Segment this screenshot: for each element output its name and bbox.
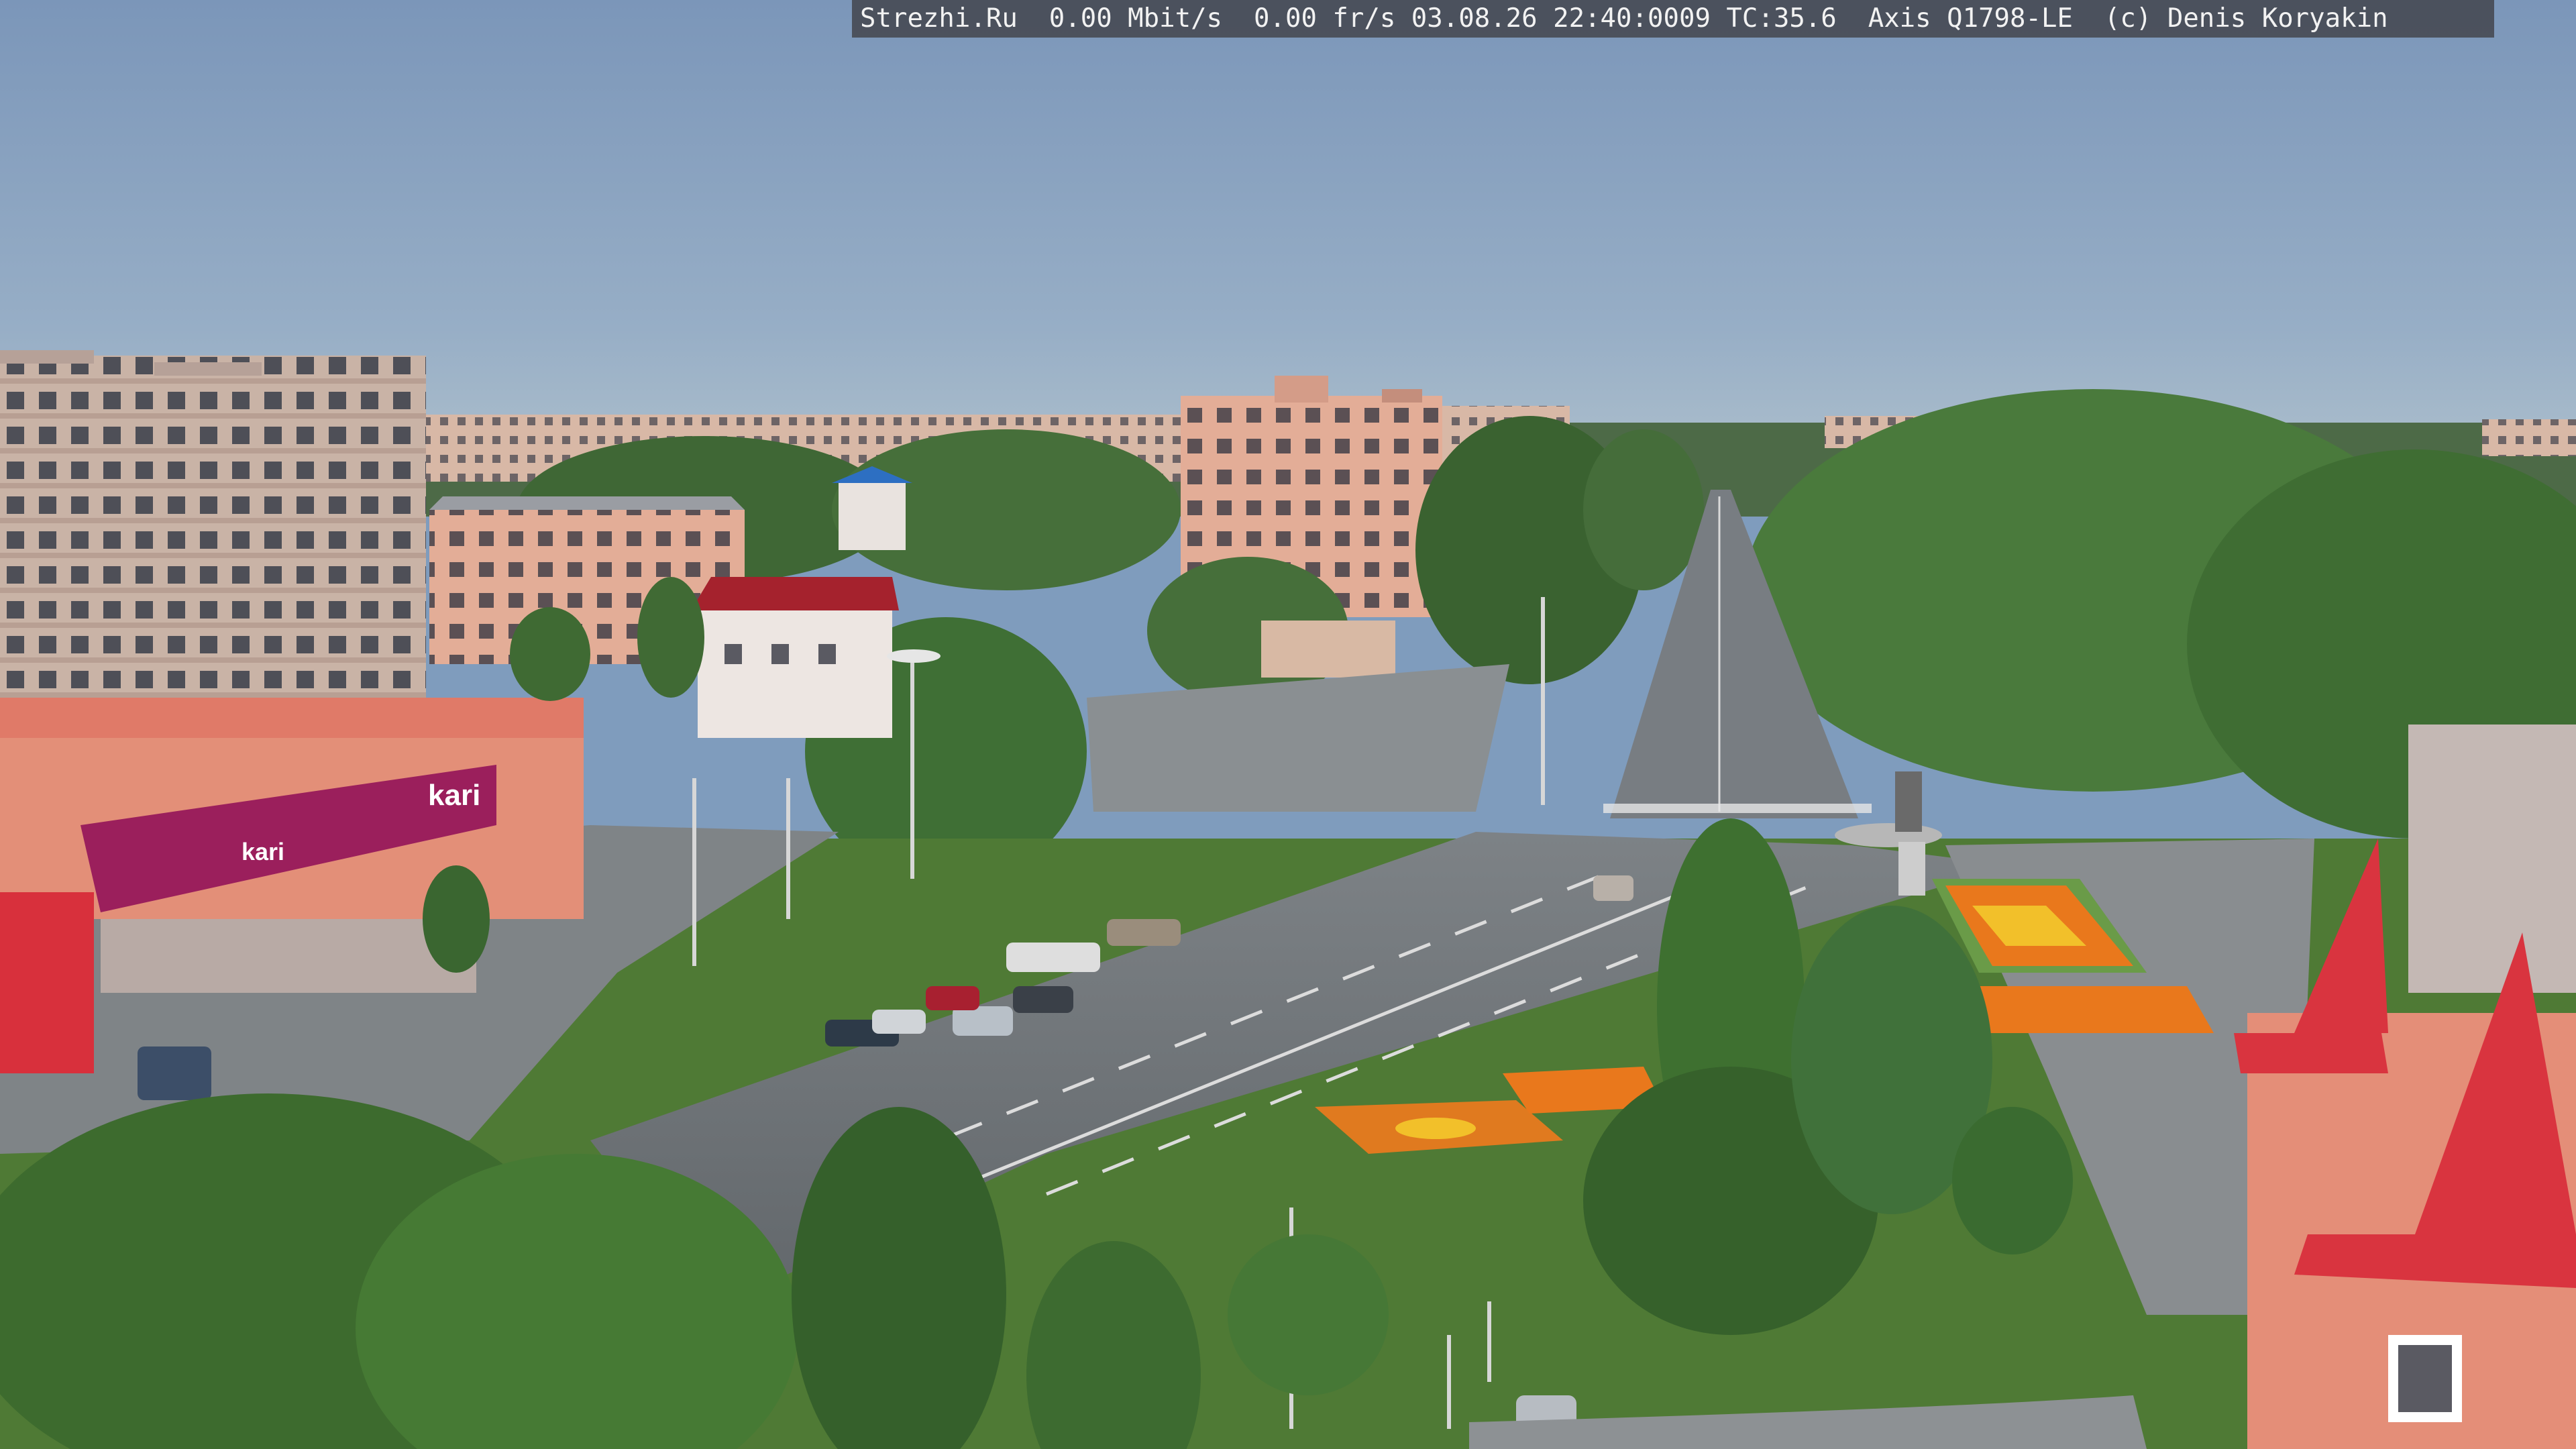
crosswalk: [1603, 804, 1872, 813]
red-roof-house: [691, 577, 899, 738]
left-apartment-block: [0, 350, 426, 731]
square-plaza: [1087, 664, 1509, 812]
store-brand-sign-small: kari: [241, 838, 284, 865]
lamp-head-tall: [887, 649, 941, 663]
webcam-scene: kari kari: [0, 0, 2576, 1449]
camera-status-overlay: Strezhi.Ru 0.00 Mbit/s 0.00 fr/s 03.08.2…: [852, 0, 2494, 38]
store-brand-sign: kari: [428, 779, 480, 812]
center-pavilion: [1261, 621, 1395, 678]
